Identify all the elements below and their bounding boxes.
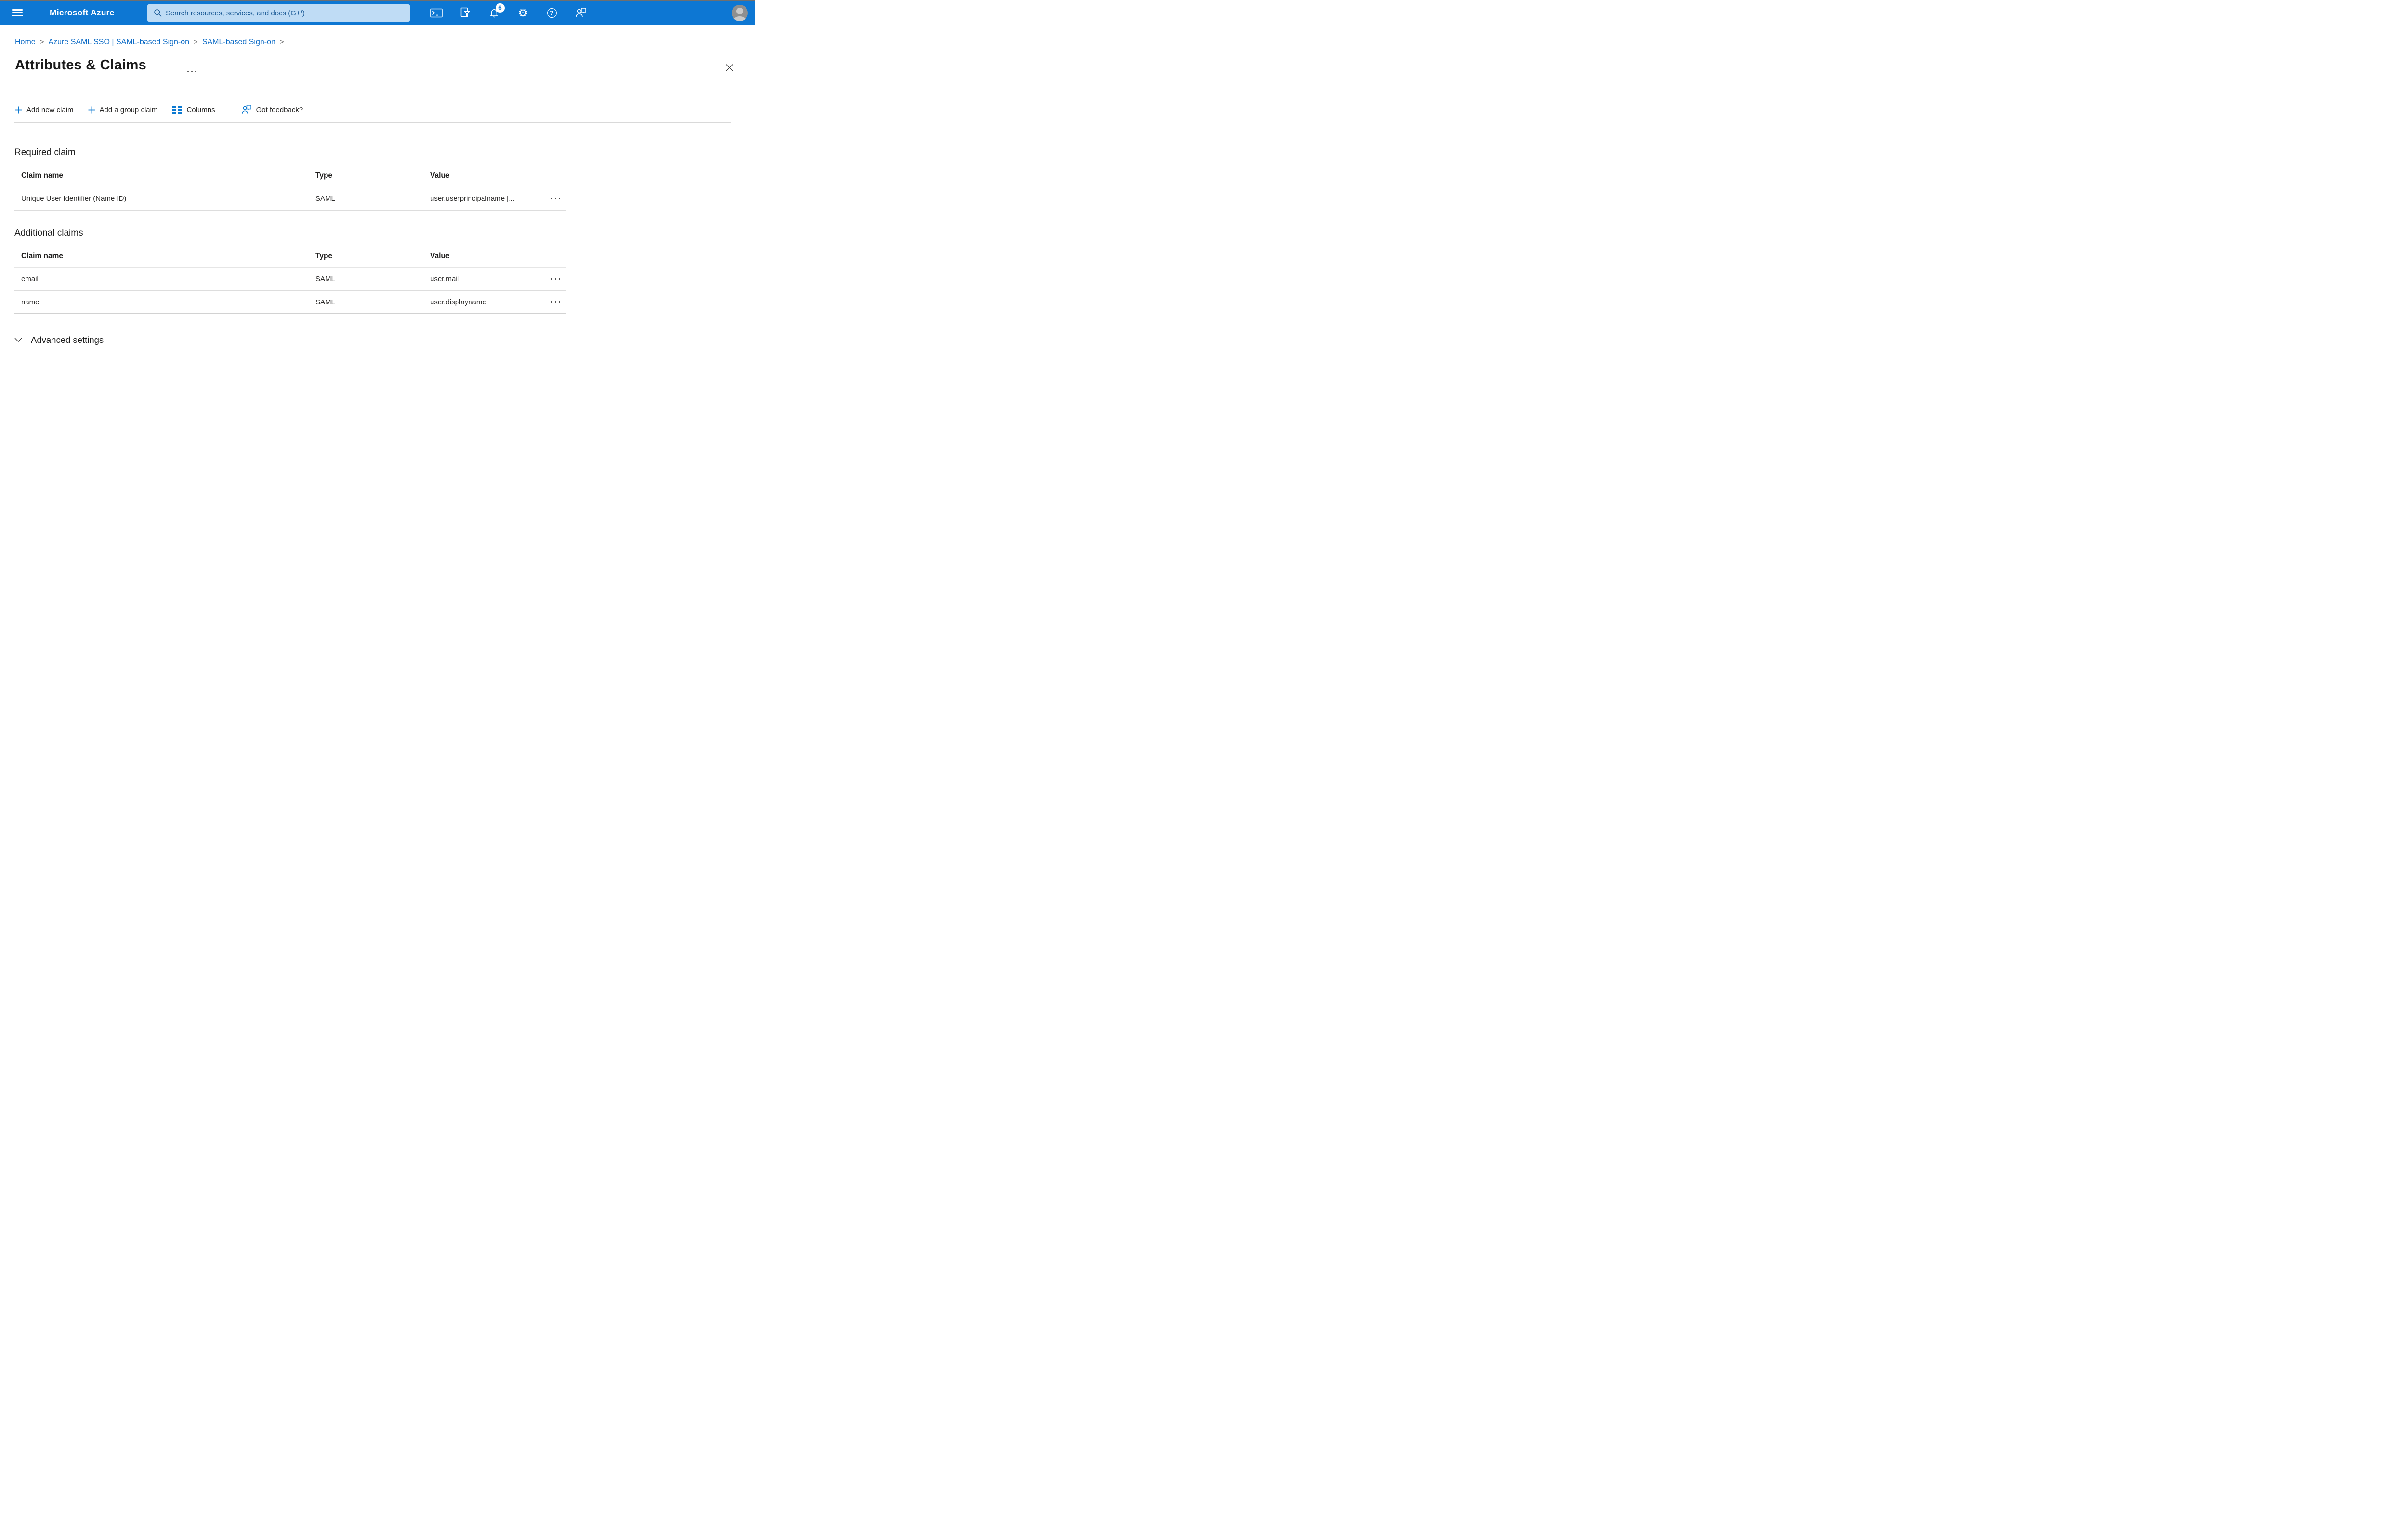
got-feedback-icon <box>241 105 251 114</box>
close-icon <box>725 64 733 71</box>
advanced-settings-toggle[interactable]: Advanced settings <box>14 335 104 345</box>
columns-button[interactable]: Columns <box>172 106 215 114</box>
claim-value-cell: user.userprincipalname [... <box>430 195 515 203</box>
got-feedback-button[interactable]: Got feedback? <box>241 105 303 116</box>
claims-content: Required claim Claim name Type Value Uni… <box>14 123 731 345</box>
additional-claims-heading: Additional claims <box>14 228 83 238</box>
notifications-button[interactable]: 6 <box>484 3 505 23</box>
required-claim-heading: Required claim <box>14 147 76 158</box>
row-context-menu-button[interactable] <box>545 197 566 200</box>
add-group-claim-button[interactable]: Add a group claim <box>88 105 158 114</box>
global-search <box>147 4 410 22</box>
column-header-value: Value <box>430 171 450 180</box>
search-icon <box>154 9 162 17</box>
claim-name-cell: email <box>21 275 39 283</box>
table-row-email[interactable]: email SAML user.mail <box>14 268 566 291</box>
search-input[interactable] <box>147 4 410 22</box>
table-header-row: Claim name Type Value <box>14 245 566 268</box>
column-header-value: Value <box>430 252 450 260</box>
add-new-claim-button[interactable]: Add new claim <box>15 106 74 114</box>
got-feedback-label: Got feedback? <box>256 105 303 114</box>
breadcrumb-saml-signon[interactable]: SAML-based Sign-on <box>202 38 275 46</box>
directory-filter-icon <box>460 7 471 18</box>
claim-name-cell: Unique User Identifier (Name ID) <box>21 195 127 203</box>
breadcrumb-separator: > <box>39 38 44 46</box>
claim-value-cell: user.mail <box>430 275 459 283</box>
row-context-menu-button[interactable] <box>545 278 566 280</box>
breadcrumb-home[interactable]: Home <box>15 38 36 46</box>
plus-icon <box>88 106 95 113</box>
claim-value-cell: user.displayname <box>430 298 486 306</box>
claim-name-cell: name <box>21 298 39 306</box>
settings-gear-icon: ⚙ <box>518 6 528 20</box>
azure-brand-logo[interactable]: Microsoft Azure <box>50 8 115 18</box>
breadcrumb-separator: > <box>279 38 284 46</box>
user-avatar[interactable] <box>732 5 748 21</box>
azure-top-bar: Microsoft Azure 6 ⚙ <box>0 1 755 25</box>
column-header-claim-name: Claim name <box>21 171 64 180</box>
chevron-down-icon <box>14 338 22 342</box>
more-options-button[interactable] <box>185 69 198 74</box>
column-header-type: Type <box>315 171 333 180</box>
add-new-claim-label: Add new claim <box>26 105 74 114</box>
breadcrumb: Home > Azure SAML SSO | SAML-based Sign-on… <box>15 38 288 47</box>
table-header-row: Claim name Type Value <box>14 165 566 187</box>
column-header-type: Type <box>315 252 333 260</box>
breadcrumb-saml-sso[interactable]: Azure SAML SSO | SAML-based Sign-on <box>48 38 189 46</box>
directory-filter-button[interactable] <box>456 3 475 23</box>
add-group-claim-label: Add a group claim <box>99 105 158 114</box>
page-title: Attributes & Claims <box>15 57 146 73</box>
feedback-button[interactable] <box>571 3 590 23</box>
additional-claims-table: Claim name Type Value email SAML user.ma… <box>14 245 566 314</box>
claim-type-cell: SAML <box>315 298 335 306</box>
settings-button[interactable]: ⚙ <box>513 3 533 23</box>
column-header-claim-name: Claim name <box>21 252 64 260</box>
feedback-person-icon <box>576 8 586 17</box>
help-question-icon: ? <box>547 8 557 18</box>
row-context-menu-button[interactable] <box>545 301 566 303</box>
command-bar: Add new claim Add a group claim Columns … <box>15 101 317 118</box>
table-row-unique-user-identifier[interactable]: Unique User Identifier (Name ID) SAML us… <box>14 187 566 211</box>
notification-count-badge: 6 <box>496 3 505 13</box>
breadcrumb-separator: > <box>194 38 198 46</box>
table-row-name[interactable]: name SAML user.displayname <box>14 291 566 314</box>
required-claim-table: Claim name Type Value Unique User Identi… <box>14 165 566 211</box>
columns-label: Columns <box>186 105 215 114</box>
hamburger-menu-icon[interactable] <box>12 9 23 17</box>
avatar-shoulders-shape <box>733 16 746 21</box>
help-button[interactable]: ? <box>542 3 562 23</box>
avatar-head-shape <box>736 8 743 14</box>
advanced-settings-label: Advanced settings <box>31 335 104 345</box>
close-blade-button[interactable] <box>723 62 735 73</box>
plus-icon <box>15 106 22 113</box>
claim-type-cell: SAML <box>315 275 335 283</box>
claim-type-cell: SAML <box>315 195 335 203</box>
cloud-shell-icon <box>430 8 443 18</box>
columns-icon <box>172 106 183 114</box>
cloud-shell-button[interactable] <box>427 3 446 23</box>
